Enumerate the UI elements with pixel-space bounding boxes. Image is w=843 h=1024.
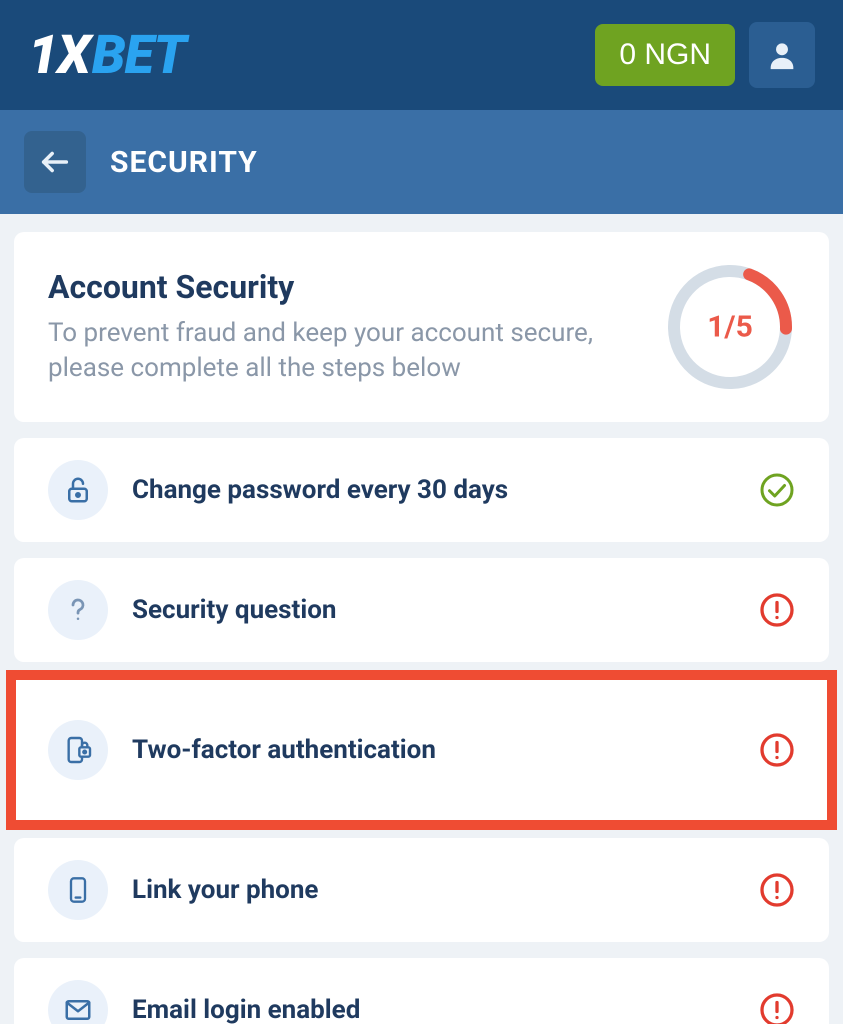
security-item-change-password[interactable]: Change password every 30 days [14,438,829,542]
header-actions: 0 NGN [595,22,815,88]
security-item-email-login[interactable]: Email login enabled [14,958,829,1024]
profile-button[interactable] [749,22,815,88]
item-label: Email login enabled [132,995,735,1024]
security-item-link-phone[interactable]: Link your phone [14,838,829,942]
intro-text: Account Security To prevent fraud and ke… [48,268,645,386]
mail-icon [48,980,108,1024]
item-label: Security question [132,595,735,625]
phone-icon [48,860,108,920]
question-icon [48,580,108,640]
logo-text-right: BET [92,24,186,87]
brand-logo: 1X BET [28,24,186,87]
alert-circle-icon [759,592,795,628]
logo-text-left: 1X [28,24,90,87]
item-label: Change password every 30 days [132,475,735,505]
security-item-security-question[interactable]: Security question [14,558,829,662]
item-label: Two-factor authentication [132,735,735,765]
check-circle-icon [759,472,795,508]
intro-description: To prevent fraud and keep your account s… [48,316,645,386]
page-title: SECURITY [110,145,258,180]
arrow-left-icon [38,145,72,179]
security-item-two-factor[interactable]: Two-factor authentication [14,678,829,822]
phone-lock-icon [48,720,108,780]
lock-icon [48,460,108,520]
balance-button[interactable]: 0 NGN [595,24,735,86]
back-button[interactable] [24,131,86,193]
progress-label: 1/5 [707,310,753,345]
alert-circle-icon [759,732,795,768]
page-subheader: SECURITY [0,110,843,214]
user-icon [765,38,799,72]
alert-circle-icon [759,872,795,908]
item-label: Link your phone [132,875,735,905]
progress-ring: 1/5 [665,262,795,392]
top-bar: 1X BET 0 NGN [0,0,843,110]
alert-circle-icon [759,992,795,1024]
intro-title: Account Security [48,268,645,306]
content-area: Account Security To prevent fraud and ke… [0,214,843,1024]
account-security-card: Account Security To prevent fraud and ke… [14,232,829,422]
